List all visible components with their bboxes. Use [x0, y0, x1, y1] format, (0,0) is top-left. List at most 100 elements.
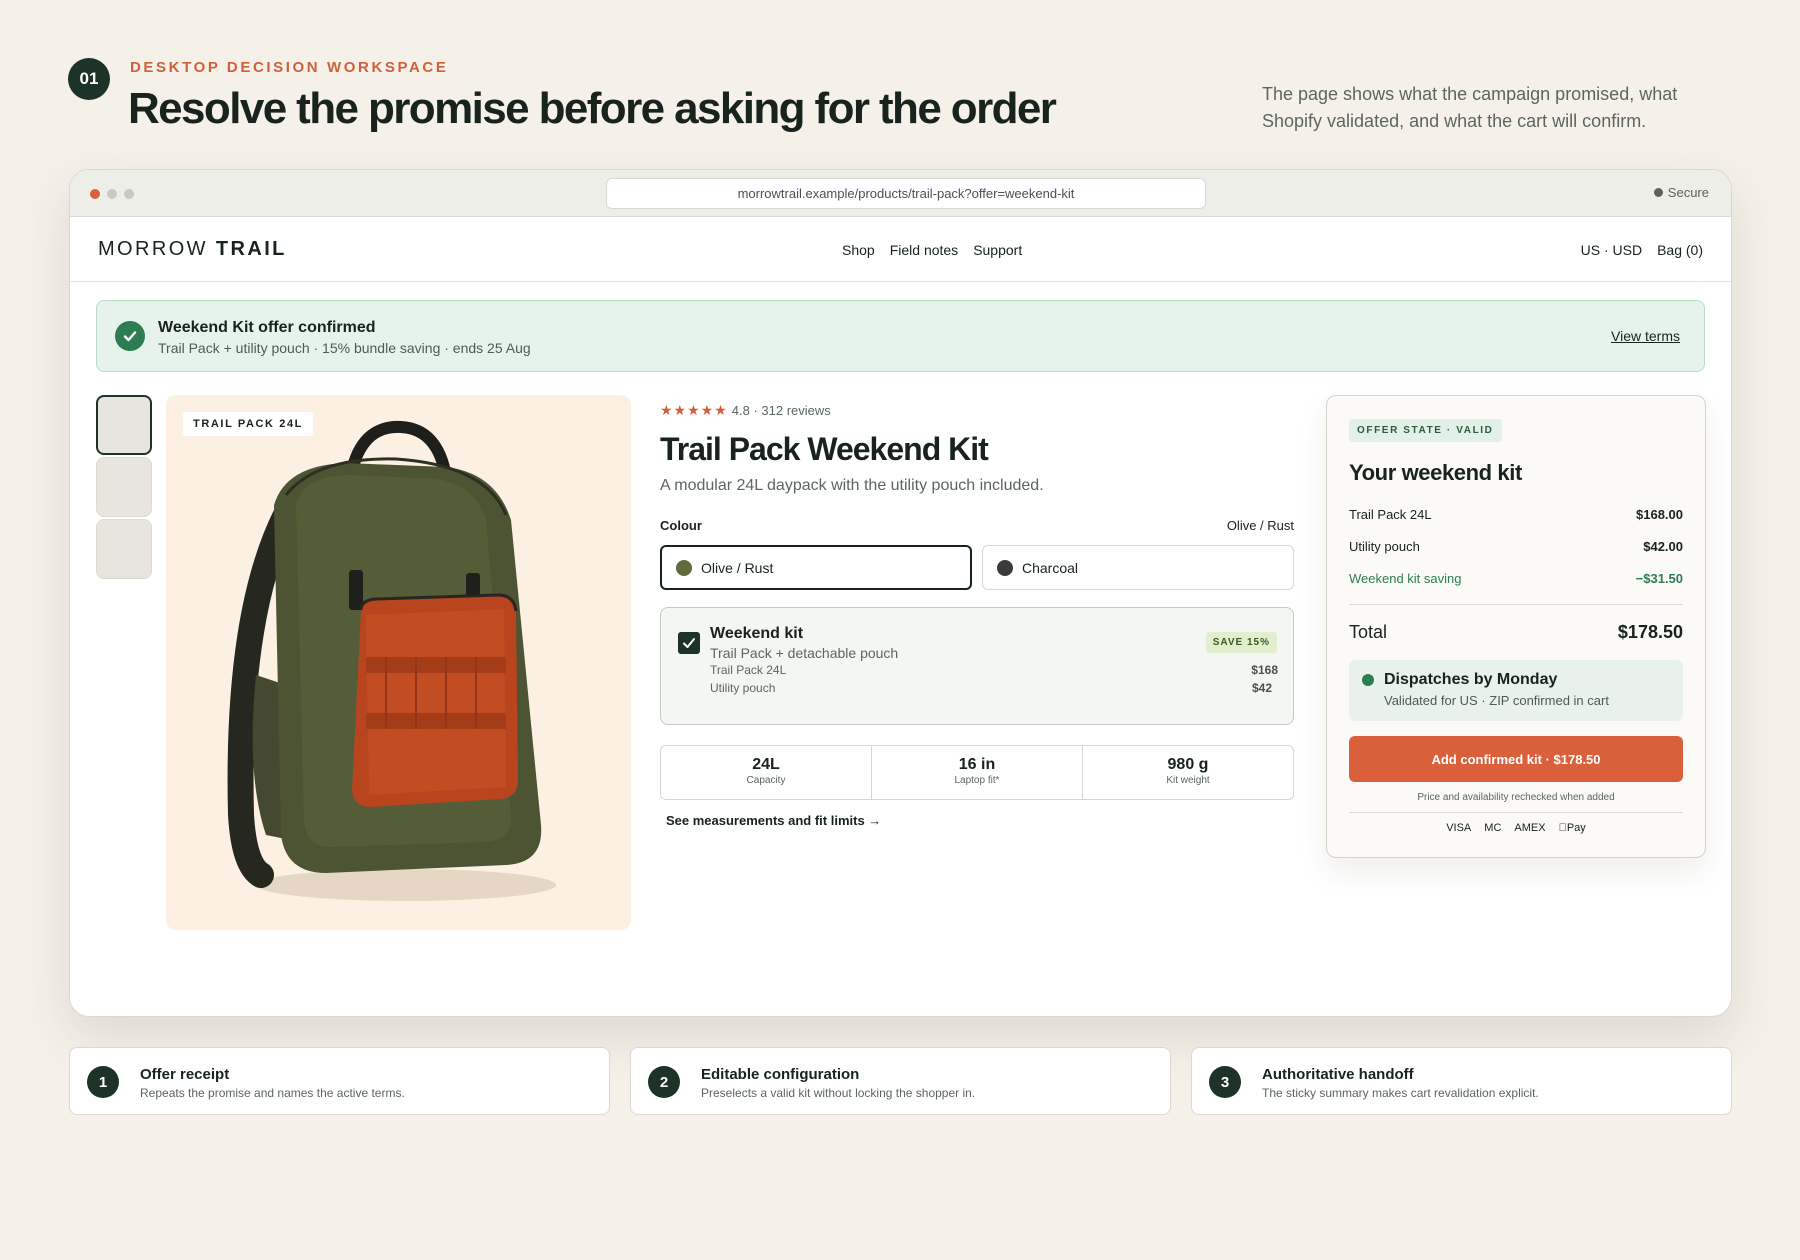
offer-banner: Weekend Kit offer confirmed Trail Pack +… — [96, 300, 1705, 372]
dispatch-title: Dispatches by Monday — [1384, 671, 1558, 688]
order-summary: OFFER STATE · VALID Your weekend kit Tra… — [1326, 395, 1706, 858]
store-logo[interactable]: MORROW TRAIL — [98, 238, 287, 261]
secure-dot-icon — [1653, 188, 1663, 197]
offer-state-badge: OFFER STATE · VALID — [1349, 419, 1502, 442]
spec-value: 24L — [752, 756, 780, 773]
annotation-card: 3 Authoritative handoff The sticky summa… — [1191, 1047, 1732, 1115]
star-rating-icon: ★★★★★ — [660, 402, 728, 418]
total-label: Total — [1349, 622, 1388, 642]
add-to-cart-button[interactable]: Add confirmed kit · $178.50 — [1349, 736, 1683, 782]
visa-icon: VISA — [1446, 822, 1472, 834]
view-terms-link[interactable]: View terms — [1611, 328, 1680, 344]
backpack-illustration — [227, 420, 556, 901]
dispatch-notice: Dispatches by Monday Validated for US · … — [1349, 660, 1683, 721]
kit-title: Weekend kit — [710, 625, 804, 642]
nav-field-notes[interactable]: Field notes — [890, 242, 958, 258]
annotation-card: 2 Editable configuration Preselects a va… — [630, 1047, 1171, 1115]
line-amount: −$31.50 — [1635, 571, 1683, 586]
check-circle-icon — [115, 321, 145, 351]
save-badge: SAVE 15% — [1205, 632, 1277, 653]
colour-option-label: Olive / Rust — [701, 559, 774, 576]
kit-subtitle: Trail Pack + detachable pouch — [710, 645, 899, 661]
spec-label: Laptop fit* — [954, 775, 1000, 786]
annotation-description: Repeats the promise and names the active… — [140, 1086, 405, 1100]
spec-value: 16 in — [958, 756, 996, 773]
window-minimize-dot[interactable] — [107, 189, 117, 199]
annotation-number: 3 — [1209, 1066, 1241, 1098]
annotation-number: 2 — [648, 1066, 680, 1098]
summary-line: Utility pouch $42.00 — [1349, 539, 1683, 554]
summary-title: Your weekend kit — [1349, 460, 1522, 485]
rating-text: 4.8 · 312 reviews — [731, 403, 831, 418]
olive-swatch-icon — [676, 559, 692, 576]
dispatch-subtitle: Validated for US · ZIP confirmed in cart — [1384, 693, 1609, 708]
kit-checkbox[interactable] — [678, 632, 700, 654]
main-nav: Shop Field notes Support — [842, 242, 1022, 258]
rating[interactable]: ★★★★★ 4.8 · 312 reviews — [660, 402, 831, 419]
charcoal-swatch-icon — [997, 559, 1013, 576]
amex-icon: AMEX — [1514, 822, 1546, 834]
gallery-thumbnail[interactable] — [96, 519, 152, 579]
product-image[interactable]: TRAIL PACK 24L — [166, 395, 631, 930]
line-label: Weekend kit saving — [1349, 571, 1462, 586]
summary-line: Trail Pack 24L $168.00 — [1349, 507, 1683, 522]
status-dot-icon — [1362, 674, 1374, 686]
spec-strip: 24L Capacity 16 in Laptop fit* 980 g Kit… — [660, 745, 1294, 800]
summary-divider — [1349, 604, 1683, 605]
colour-option-olive-rust[interactable]: Olive / Rust — [660, 545, 972, 590]
line-label: Utility pouch — [1349, 539, 1420, 554]
kit-item-name: Utility pouch — [710, 681, 776, 695]
spec-capacity: 24L Capacity — [661, 746, 872, 799]
page-description: The page shows what the campaign promise… — [1262, 84, 1678, 131]
eyebrow: DESKTOP DECISION WORKSPACE — [130, 59, 449, 76]
step-badge: 01 — [68, 58, 110, 100]
window-close-dot[interactable] — [90, 189, 100, 199]
kit-item-price: $42 — [1251, 681, 1272, 695]
browser-chrome: morrowtrail.example/products/trail-pack?… — [70, 170, 1731, 217]
nav-support[interactable]: Support — [973, 242, 1022, 258]
spec-kit-weight: 980 g Kit weight — [1083, 746, 1293, 799]
line-amount: $168.00 — [1636, 507, 1683, 522]
gallery-thumbnail[interactable] — [96, 395, 152, 455]
colour-option-label: Charcoal — [1022, 559, 1079, 576]
recheck-note: Price and availability rechecked when ad… — [1417, 792, 1615, 803]
page-headline: Resolve the promise before asking for th… — [128, 84, 1057, 133]
annotation-title: Editable configuration — [701, 1066, 860, 1083]
secure-label: Secure — [1667, 185, 1709, 200]
image-tag: TRAIL PACK 24L — [183, 412, 314, 436]
secure-indicator: Secure — [1653, 185, 1709, 200]
line-label: Trail Pack 24L — [1349, 507, 1432, 522]
spec-label: Kit weight — [1166, 775, 1210, 786]
total-amount: $178.50 — [1617, 622, 1683, 642]
locale-selector[interactable]: US · USD — [1581, 242, 1642, 258]
product-title: Trail Pack Weekend Kit — [660, 431, 989, 467]
measurements-link[interactable]: See measurements and fit limits → — [666, 813, 881, 828]
annotation-title: Authoritative handoff — [1262, 1066, 1414, 1083]
gallery-thumbnail[interactable] — [96, 457, 152, 517]
mastercard-icon: MC — [1484, 822, 1502, 834]
banner-subtitle: Trail Pack + utility pouch · 15% bundle … — [158, 340, 531, 356]
annotation-description: Preselects a valid kit without locking t… — [701, 1086, 976, 1100]
address-bar[interactable]: morrowtrail.example/products/trail-pack?… — [606, 178, 1206, 209]
bag-link[interactable]: Bag (0) — [1657, 242, 1703, 258]
annotation-card: 1 Offer receipt Repeats the promise and … — [69, 1047, 610, 1115]
header-utilities: US · USD Bag (0) — [1581, 242, 1703, 258]
payment-methods: VISA MC AMEX Pay — [1327, 822, 1705, 834]
annotation-title: Offer receipt — [140, 1066, 230, 1083]
logo-bold: TRAIL — [215, 238, 287, 260]
total-row: Total $178.50 — [1349, 622, 1683, 643]
annotation-number: 1 — [87, 1066, 119, 1098]
spec-laptop-fit: 16 in Laptop fit* — [872, 746, 1083, 799]
spec-value: 980 g — [1167, 756, 1209, 773]
nav-shop[interactable]: Shop — [842, 242, 875, 258]
logo-light: MORROW — [98, 238, 208, 260]
colour-selected-value: Olive / Rust — [1226, 518, 1294, 533]
window-maximize-dot[interactable] — [124, 189, 134, 199]
apple-pay-icon: Pay — [1559, 822, 1586, 834]
apple-pay-label: Pay — [1562, 822, 1586, 834]
summary-line-saving: Weekend kit saving −$31.50 — [1349, 571, 1683, 586]
colour-option-charcoal[interactable]: Charcoal — [982, 545, 1294, 590]
weekend-kit-option[interactable]: Weekend kit Trail Pack + detachable pouc… — [660, 607, 1294, 725]
product-subtitle: A modular 24L daypack with the utility p… — [660, 477, 1044, 494]
colour-label: Colour — [660, 518, 702, 533]
